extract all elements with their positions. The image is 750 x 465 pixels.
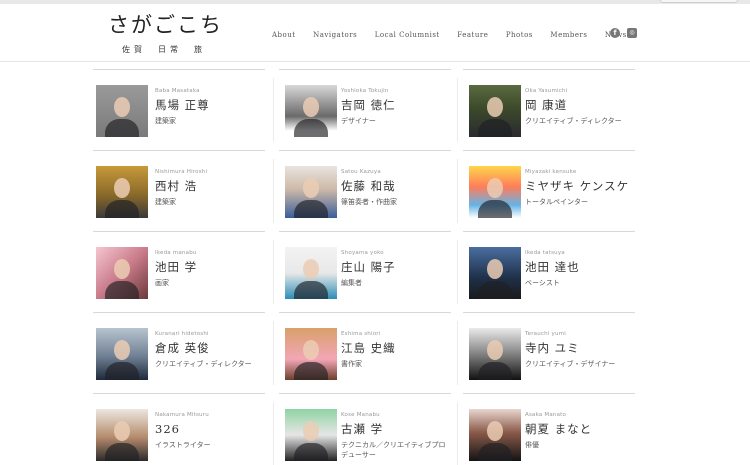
member-card[interactable]: Satou Kazuya 佐藤 和哉篠笛奏者・作曲家 — [273, 150, 451, 230]
member-roman-name: Ikeda tatsuya — [525, 250, 565, 256]
member-photo — [469, 166, 521, 218]
nav-about[interactable]: About — [272, 31, 296, 39]
member-role: 建築家 — [155, 198, 176, 206]
member-name: 吉岡 徳仁 — [341, 98, 396, 112]
member-roman-name: Asaka Manato — [525, 412, 567, 418]
member-role: テクニカル／クリエイティブプロデューサー — [341, 441, 446, 459]
member-photo — [469, 247, 521, 299]
main-nav: About Navigators Local Columnist Feature… — [272, 31, 644, 39]
member-role: 俳優 — [525, 441, 539, 449]
member-name: 庄山 陽子 — [341, 260, 396, 274]
member-photo — [469, 328, 521, 380]
member-name: 朝夏 まなと — [525, 422, 593, 436]
member-card[interactable]: Kuranari hidetoshi 倉成 英俊クリエイティブ・ディレクター — [93, 312, 265, 392]
member-card[interactable]: Ikeda manabu 池田 学画家 — [93, 231, 265, 311]
member-photo — [285, 247, 337, 299]
member-photo — [96, 247, 148, 299]
site-logo[interactable]: さがごこち 佐賀 日常 旅 — [108, 12, 223, 55]
member-name: 寺内 ユミ — [525, 341, 580, 355]
member-roman-name: Satou Kazuya — [341, 169, 381, 175]
member-card[interactable]: Shoyama yoko 庄山 陽子編集者 — [273, 231, 451, 311]
member-photo — [96, 85, 148, 137]
facebook-icon[interactable]: f — [610, 28, 620, 38]
member-photo — [96, 328, 148, 380]
member-name: 馬場 正尊 — [155, 98, 210, 112]
logo-title: さがごこち — [108, 13, 223, 37]
member-roman-name: Terauchi yumi — [525, 331, 566, 337]
member-photo — [469, 85, 521, 137]
member-photo — [285, 166, 337, 218]
member-card[interactable]: Miyazaki kensuke ミヤザキ ケンスケトータルペインター — [457, 150, 635, 230]
member-name: 326 — [155, 422, 180, 436]
logo-subtitle: 佐賀 日常 旅 — [122, 45, 206, 54]
member-role: クリエイティブ・ディレクター — [155, 360, 252, 368]
member-name: 池田 学 — [155, 260, 198, 274]
member-role: イラストライター — [155, 441, 211, 449]
member-name: 西村 浩 — [155, 179, 198, 193]
member-card[interactable]: Nishimura Hiroshi 西村 浩建築家 — [93, 150, 265, 230]
member-roman-name: Kuranari hidetoshi — [155, 331, 209, 337]
member-role: トータルペインター — [525, 198, 588, 206]
member-card[interactable]: Ikeda tatsuya 池田 達也ベーシスト — [457, 231, 635, 311]
member-card[interactable]: Asaka Manato 朝夏 まなと俳優 — [457, 393, 635, 465]
member-card[interactable]: Terauchi yumi 寺内 ユミクリエイティブ・デザイナー — [457, 312, 635, 392]
member-roman-name: Shoyama yoko — [341, 250, 384, 256]
member-card[interactable]: Yoshioka Tokujin 吉岡 徳仁デザイナー — [273, 69, 451, 149]
member-name: 池田 達也 — [525, 260, 580, 274]
site-header: さがごこち 佐賀 日常 旅 About Navigators Local Col… — [0, 4, 750, 62]
member-card[interactable]: Nakamura Mitsuru 326 イラストライター — [93, 393, 265, 465]
nav-feature[interactable]: Feature — [457, 31, 488, 39]
social-links: f ◎ — [610, 28, 644, 38]
member-role: ベーシスト — [525, 279, 560, 287]
member-role: デザイナー — [341, 117, 376, 125]
member-role: 建築家 — [155, 117, 176, 125]
member-photo — [469, 409, 521, 461]
member-roman-name: Oka Yasumichi — [525, 88, 568, 94]
member-name: 倉成 英俊 — [155, 341, 210, 355]
member-role: 画家 — [155, 279, 169, 287]
member-photo — [285, 328, 337, 380]
member-role: クリエイティブ・ディレクター — [525, 117, 622, 125]
member-card[interactable]: Oka Yasumichi 岡 康道クリエイティブ・ディレクター — [457, 69, 635, 149]
member-roman-name: Nishimura Hiroshi — [155, 169, 208, 175]
member-name: 古瀬 学 — [341, 422, 384, 436]
member-photo — [285, 85, 337, 137]
member-photo — [96, 166, 148, 218]
member-card[interactable]: Kose Manabu 古瀬 学テクニカル／クリエイティブプロデューサー — [273, 393, 451, 465]
member-photo — [285, 409, 337, 461]
member-roman-name: Baba Masataka — [155, 88, 200, 94]
member-photo — [96, 409, 148, 461]
member-roman-name: Yoshioka Tokujin — [341, 88, 389, 94]
nav-local-columnist[interactable]: Local Columnist — [375, 31, 440, 39]
member-role: 編集者 — [341, 279, 362, 287]
member-roman-name: Kose Manabu — [341, 412, 380, 418]
browser-address-pill — [660, 0, 738, 3]
member-card[interactable]: Eshima shiori 江島 史織書作家 — [273, 312, 451, 392]
member-name: 岡 康道 — [525, 98, 568, 112]
member-roman-name: Eshima shiori — [341, 331, 381, 337]
instagram-icon[interactable]: ◎ — [627, 28, 637, 38]
nav-navigators[interactable]: Navigators — [313, 31, 357, 39]
member-roman-name: Nakamura Mitsuru — [155, 412, 209, 418]
member-name: ミヤザキ ケンスケ — [525, 179, 630, 193]
member-role: 篠笛奏者・作曲家 — [341, 198, 397, 206]
member-name: 江島 史織 — [341, 341, 396, 355]
nav-photos[interactable]: Photos — [506, 31, 533, 39]
member-card[interactable]: Baba Masataka 馬場 正尊建築家 — [93, 69, 265, 149]
nav-members[interactable]: Members — [550, 31, 587, 39]
member-roman-name: Miyazaki kensuke — [525, 169, 577, 175]
member-role: クリエイティブ・デザイナー — [525, 360, 616, 368]
member-name: 佐藤 和哉 — [341, 179, 396, 193]
member-role: 書作家 — [341, 360, 362, 368]
member-roman-name: Ikeda manabu — [155, 250, 197, 256]
